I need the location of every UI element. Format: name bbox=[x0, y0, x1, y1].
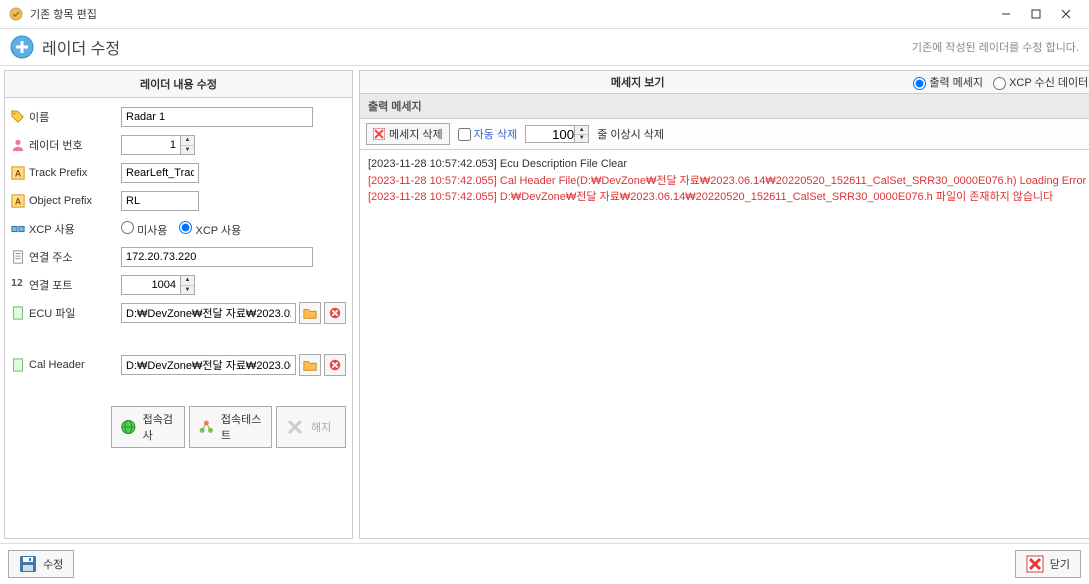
message-toolbar: 메세지 삭제 자동 삭제 ▲▼ 줄 이상시 삭제 bbox=[359, 119, 1089, 150]
footer: 수정 닫기 bbox=[0, 543, 1089, 584]
auto-delete-checkbox[interactable]: 자동 삭제 bbox=[458, 126, 518, 142]
globe-icon bbox=[120, 417, 137, 437]
conn-addr-input[interactable] bbox=[121, 247, 313, 267]
letter-a-icon: A bbox=[11, 166, 25, 180]
letter-a-icon: A bbox=[11, 194, 25, 208]
tag-icon bbox=[11, 110, 25, 124]
track-prefix-label: Track Prefix bbox=[29, 167, 87, 179]
user-icon bbox=[11, 138, 25, 152]
view-xcp-option[interactable]: XCP 수신 데이터 bbox=[993, 74, 1088, 90]
ecu-file-clear-button[interactable] bbox=[324, 302, 346, 324]
left-panel-title: 레이더 내용 수정 bbox=[4, 70, 353, 98]
object-prefix-label: Object Prefix bbox=[29, 195, 92, 207]
left-panel: 레이더 내용 수정 이름 레이더 번호 ▲▼ A Track Prefix A Ob… bbox=[4, 70, 353, 539]
minimize-button[interactable] bbox=[991, 4, 1021, 24]
name-input[interactable] bbox=[121, 107, 313, 127]
x-icon bbox=[373, 128, 385, 140]
cal-header-input[interactable] bbox=[121, 355, 296, 375]
message-area[interactable]: [2023-11-28 10:57:42.053] Ecu Descriptio… bbox=[359, 150, 1089, 539]
connection-icon bbox=[11, 222, 25, 236]
radar-no-label: 레이더 번호 bbox=[29, 137, 83, 153]
form-area: 이름 레이더 번호 ▲▼ A Track Prefix A Object Prefi… bbox=[4, 98, 353, 539]
radar-no-input[interactable] bbox=[121, 135, 181, 155]
right-panel-header: 메세지 보기 출력 메세지 XCP 수신 데이터 bbox=[359, 70, 1089, 94]
save-button[interactable]: 수정 bbox=[8, 550, 74, 578]
close-button[interactable]: 닫기 bbox=[1015, 550, 1081, 578]
page-header: 레이더 수정 기존에 작성된 레이더를 수정 합니다. bbox=[0, 29, 1089, 66]
xcp-use-label: XCP 사용 bbox=[29, 221, 75, 237]
log-line: [2023-11-28 10:57:42.055] Cal Header Fil… bbox=[368, 173, 1086, 190]
window-title: 기존 항목 편집 bbox=[30, 6, 97, 22]
svg-text:A: A bbox=[15, 197, 22, 207]
ecu-file-label: ECU 파일 bbox=[29, 305, 76, 321]
name-label: 이름 bbox=[29, 109, 49, 125]
right-panel: 메세지 보기 출력 메세지 XCP 수신 데이터 출력 메세지 메세지 삭제 자… bbox=[359, 70, 1089, 539]
right-panel-title: 메세지 보기 bbox=[366, 74, 909, 90]
radar-no-spinner[interactable]: ▲▼ bbox=[181, 135, 195, 155]
app-icon bbox=[8, 6, 24, 22]
conn-check-button[interactable]: 접속검사 bbox=[111, 406, 185, 448]
number-icon: 12 bbox=[11, 278, 25, 292]
file-icon bbox=[11, 306, 25, 320]
conn-port-label: 연결 포트 bbox=[29, 277, 73, 293]
x-icon bbox=[285, 417, 305, 437]
maximize-button[interactable] bbox=[1021, 4, 1051, 24]
cal-header-browse-button[interactable] bbox=[299, 354, 321, 376]
page-title: 레이더 수정 bbox=[42, 35, 120, 59]
threshold-spinner[interactable]: ▲▼ bbox=[575, 125, 589, 143]
cal-header-clear-button[interactable] bbox=[324, 354, 346, 376]
conn-test-button[interactable]: 접속테스트 bbox=[189, 406, 272, 448]
output-section-title: 출력 메세지 bbox=[359, 94, 1089, 119]
titlebar: 기존 항목 편집 bbox=[0, 0, 1089, 29]
conn-port-spinner[interactable]: ▲▼ bbox=[181, 275, 195, 295]
file-icon bbox=[11, 358, 25, 372]
threshold-suffix-label: 줄 이상시 삭제 bbox=[597, 126, 664, 142]
conn-addr-label: 연결 주소 bbox=[29, 249, 73, 265]
ecu-file-browse-button[interactable] bbox=[299, 302, 321, 324]
threshold-input[interactable] bbox=[525, 125, 575, 143]
close-icon bbox=[1026, 555, 1044, 573]
cancel-button[interactable]: 해지 bbox=[276, 406, 346, 448]
view-output-option[interactable]: 출력 메세지 bbox=[913, 74, 983, 90]
doc-icon bbox=[11, 250, 25, 264]
log-line: [2023-11-28 10:57:42.055] D:₩DevZone₩전달 … bbox=[368, 189, 1086, 206]
add-icon bbox=[10, 35, 34, 59]
close-window-button[interactable] bbox=[1051, 4, 1081, 24]
network-icon bbox=[198, 417, 215, 437]
page-subtitle: 기존에 작성된 레이더를 수정 합니다. bbox=[912, 39, 1079, 55]
delete-messages-button[interactable]: 메세지 삭제 bbox=[366, 123, 450, 145]
log-line: [2023-11-28 10:57:42.053] Ecu Descriptio… bbox=[368, 156, 1086, 173]
save-icon bbox=[19, 555, 37, 573]
xcp-yes-option[interactable]: XCP 사용 bbox=[179, 221, 241, 238]
cal-header-label: Cal Header bbox=[29, 359, 85, 371]
object-prefix-input[interactable] bbox=[121, 191, 199, 211]
conn-port-input[interactable] bbox=[121, 275, 181, 295]
svg-text:A: A bbox=[15, 169, 22, 179]
xcp-no-option[interactable]: 미사용 bbox=[121, 221, 167, 238]
ecu-file-input[interactable] bbox=[121, 303, 296, 323]
track-prefix-input[interactable] bbox=[121, 163, 199, 183]
